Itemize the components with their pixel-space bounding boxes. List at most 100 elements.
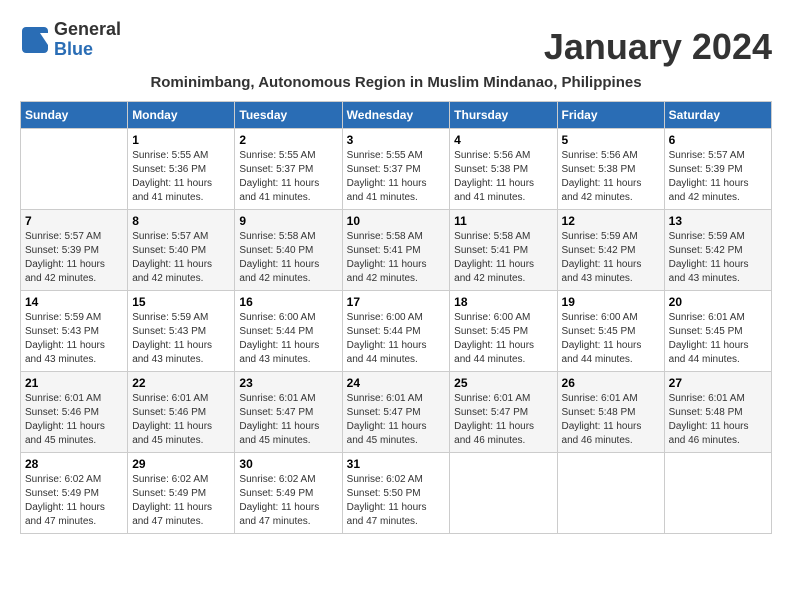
calendar-cell: 13 Sunrise: 5:59 AM Sunset: 5:42 PM Dayl… (664, 209, 771, 290)
day-info: Sunrise: 6:00 AM Sunset: 5:44 PM Dayligh… (347, 311, 446, 367)
calendar-cell: 10 Sunrise: 5:58 AM Sunset: 5:41 PM Dayl… (342, 209, 450, 290)
day-info: Sunrise: 6:01 AM Sunset: 5:47 PM Dayligh… (239, 392, 337, 448)
day-number: 9 (239, 214, 337, 228)
day-info: Sunrise: 5:56 AM Sunset: 5:38 PM Dayligh… (454, 149, 552, 205)
month-title: January 2024 (544, 26, 772, 68)
calendar-cell: 6 Sunrise: 5:57 AM Sunset: 5:39 PM Dayli… (664, 128, 771, 209)
calendar-cell: 15 Sunrise: 5:59 AM Sunset: 5:43 PM Dayl… (128, 290, 235, 371)
day-number: 1 (132, 133, 230, 147)
day-info: Sunrise: 5:58 AM Sunset: 5:41 PM Dayligh… (454, 230, 552, 286)
day-info: Sunrise: 6:01 AM Sunset: 5:45 PM Dayligh… (669, 311, 767, 367)
header-sunday: Sunday (21, 101, 128, 128)
day-number: 4 (454, 133, 552, 147)
calendar-cell: 2 Sunrise: 5:55 AM Sunset: 5:37 PM Dayli… (235, 128, 342, 209)
day-info: Sunrise: 6:01 AM Sunset: 5:46 PM Dayligh… (132, 392, 230, 448)
day-number: 13 (669, 214, 767, 228)
calendar-cell: 30 Sunrise: 6:02 AM Sunset: 5:49 PM Dayl… (235, 452, 342, 533)
day-number: 29 (132, 457, 230, 471)
day-number: 14 (25, 295, 123, 309)
day-info: Sunrise: 5:59 AM Sunset: 5:42 PM Dayligh… (562, 230, 660, 286)
calendar-cell: 17 Sunrise: 6:00 AM Sunset: 5:44 PM Dayl… (342, 290, 450, 371)
day-info: Sunrise: 5:59 AM Sunset: 5:43 PM Dayligh… (132, 311, 230, 367)
day-number: 7 (25, 214, 123, 228)
calendar-cell (21, 128, 128, 209)
day-info: Sunrise: 5:55 AM Sunset: 5:37 PM Dayligh… (239, 149, 337, 205)
day-info: Sunrise: 6:00 AM Sunset: 5:44 PM Dayligh… (239, 311, 337, 367)
calendar-week-5: 28 Sunrise: 6:02 AM Sunset: 5:49 PM Dayl… (21, 452, 772, 533)
day-info: Sunrise: 5:57 AM Sunset: 5:39 PM Dayligh… (669, 149, 767, 205)
header-wednesday: Wednesday (342, 101, 450, 128)
day-info: Sunrise: 5:55 AM Sunset: 5:36 PM Dayligh… (132, 149, 230, 205)
calendar-cell: 1 Sunrise: 5:55 AM Sunset: 5:36 PM Dayli… (128, 128, 235, 209)
calendar-cell: 24 Sunrise: 6:01 AM Sunset: 5:47 PM Dayl… (342, 371, 450, 452)
calendar-cell: 8 Sunrise: 5:57 AM Sunset: 5:40 PM Dayli… (128, 209, 235, 290)
day-info: Sunrise: 5:57 AM Sunset: 5:40 PM Dayligh… (132, 230, 230, 286)
calendar-cell: 28 Sunrise: 6:02 AM Sunset: 5:49 PM Dayl… (21, 452, 128, 533)
day-number: 6 (669, 133, 767, 147)
calendar-cell: 7 Sunrise: 5:57 AM Sunset: 5:39 PM Dayli… (21, 209, 128, 290)
day-number: 30 (239, 457, 337, 471)
day-number: 2 (239, 133, 337, 147)
calendar-cell (664, 452, 771, 533)
logo-icon (20, 25, 50, 55)
day-number: 10 (347, 214, 446, 228)
day-number: 22 (132, 376, 230, 390)
day-number: 18 (454, 295, 552, 309)
calendar-cell: 3 Sunrise: 5:55 AM Sunset: 5:37 PM Dayli… (342, 128, 450, 209)
calendar-cell: 9 Sunrise: 5:58 AM Sunset: 5:40 PM Dayli… (235, 209, 342, 290)
day-info: Sunrise: 5:59 AM Sunset: 5:42 PM Dayligh… (669, 230, 767, 286)
day-number: 21 (25, 376, 123, 390)
day-info: Sunrise: 6:01 AM Sunset: 5:48 PM Dayligh… (669, 392, 767, 448)
day-info: Sunrise: 6:02 AM Sunset: 5:49 PM Dayligh… (25, 473, 123, 529)
calendar-cell: 18 Sunrise: 6:00 AM Sunset: 5:45 PM Dayl… (450, 290, 557, 371)
day-number: 3 (347, 133, 446, 147)
day-info: Sunrise: 5:58 AM Sunset: 5:41 PM Dayligh… (347, 230, 446, 286)
calendar-cell (450, 452, 557, 533)
calendar-cell: 25 Sunrise: 6:01 AM Sunset: 5:47 PM Dayl… (450, 371, 557, 452)
day-info: Sunrise: 6:02 AM Sunset: 5:49 PM Dayligh… (132, 473, 230, 529)
day-number: 25 (454, 376, 552, 390)
calendar-cell (557, 452, 664, 533)
day-number: 28 (25, 457, 123, 471)
calendar-cell: 19 Sunrise: 6:00 AM Sunset: 5:45 PM Dayl… (557, 290, 664, 371)
day-number: 16 (239, 295, 337, 309)
day-info: Sunrise: 5:58 AM Sunset: 5:40 PM Dayligh… (239, 230, 337, 286)
calendar-cell: 29 Sunrise: 6:02 AM Sunset: 5:49 PM Dayl… (128, 452, 235, 533)
day-number: 17 (347, 295, 446, 309)
calendar-cell: 31 Sunrise: 6:02 AM Sunset: 5:50 PM Dayl… (342, 452, 450, 533)
day-number: 26 (562, 376, 660, 390)
day-number: 23 (239, 376, 337, 390)
calendar-week-3: 14 Sunrise: 5:59 AM Sunset: 5:43 PM Dayl… (21, 290, 772, 371)
day-number: 24 (347, 376, 446, 390)
calendar-week-2: 7 Sunrise: 5:57 AM Sunset: 5:39 PM Dayli… (21, 209, 772, 290)
day-info: Sunrise: 6:01 AM Sunset: 5:47 PM Dayligh… (347, 392, 446, 448)
day-info: Sunrise: 6:01 AM Sunset: 5:46 PM Dayligh… (25, 392, 123, 448)
calendar-header: SundayMondayTuesdayWednesdayThursdayFrid… (21, 101, 772, 128)
day-info: Sunrise: 5:59 AM Sunset: 5:43 PM Dayligh… (25, 311, 123, 367)
logo-text: GeneralBlue (54, 20, 121, 60)
day-info: Sunrise: 6:00 AM Sunset: 5:45 PM Dayligh… (562, 311, 660, 367)
header-tuesday: Tuesday (235, 101, 342, 128)
day-info: Sunrise: 5:55 AM Sunset: 5:37 PM Dayligh… (347, 149, 446, 205)
day-number: 5 (562, 133, 660, 147)
logo: GeneralBlue (20, 20, 121, 60)
day-info: Sunrise: 5:56 AM Sunset: 5:38 PM Dayligh… (562, 149, 660, 205)
calendar-table: SundayMondayTuesdayWednesdayThursdayFrid… (20, 101, 772, 534)
calendar-cell: 5 Sunrise: 5:56 AM Sunset: 5:38 PM Dayli… (557, 128, 664, 209)
subtitle: Rominimbang, Autonomous Region in Muslim… (20, 74, 772, 91)
day-number: 11 (454, 214, 552, 228)
day-info: Sunrise: 6:02 AM Sunset: 5:49 PM Dayligh… (239, 473, 337, 529)
calendar-week-1: 1 Sunrise: 5:55 AM Sunset: 5:36 PM Dayli… (21, 128, 772, 209)
calendar-cell: 4 Sunrise: 5:56 AM Sunset: 5:38 PM Dayli… (450, 128, 557, 209)
header-saturday: Saturday (664, 101, 771, 128)
day-number: 8 (132, 214, 230, 228)
header-friday: Friday (557, 101, 664, 128)
calendar-cell: 22 Sunrise: 6:01 AM Sunset: 5:46 PM Dayl… (128, 371, 235, 452)
day-info: Sunrise: 6:01 AM Sunset: 5:47 PM Dayligh… (454, 392, 552, 448)
calendar-cell: 12 Sunrise: 5:59 AM Sunset: 5:42 PM Dayl… (557, 209, 664, 290)
calendar-cell: 26 Sunrise: 6:01 AM Sunset: 5:48 PM Dayl… (557, 371, 664, 452)
day-number: 19 (562, 295, 660, 309)
day-number: 15 (132, 295, 230, 309)
calendar-cell: 23 Sunrise: 6:01 AM Sunset: 5:47 PM Dayl… (235, 371, 342, 452)
day-info: Sunrise: 6:02 AM Sunset: 5:50 PM Dayligh… (347, 473, 446, 529)
